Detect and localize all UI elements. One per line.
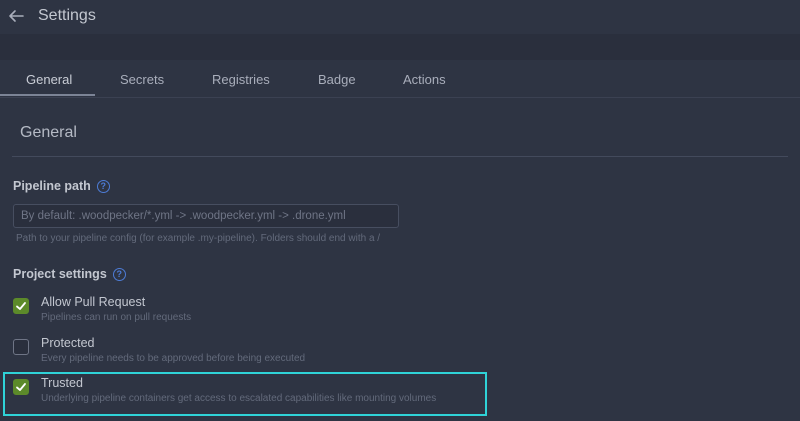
pipeline-path-help: Path to your pipeline config (for exampl… <box>16 233 381 244</box>
active-tab-indicator <box>0 94 95 96</box>
check-icon <box>16 383 26 391</box>
project-settings-label: Project settings <box>13 267 107 281</box>
allow-pull-request-checkbox[interactable] <box>13 298 29 314</box>
trusted-checkbox[interactable] <box>13 379 29 395</box>
panel-title: General <box>20 124 77 141</box>
back-button[interactable] <box>6 6 26 26</box>
settings-tabs: General Secrets Registries Badge Actions <box>0 60 800 98</box>
tab-general[interactable]: General <box>26 72 72 87</box>
panel-header: General <box>12 108 788 157</box>
general-panel: General Pipeline path ? Path to your pip… <box>0 98 800 421</box>
tab-actions[interactable]: Actions <box>403 72 446 87</box>
settings-page: Settings General Secrets Registries Badg… <box>0 0 800 421</box>
pipeline-path-input[interactable] <box>13 204 399 228</box>
option-label: Protected <box>41 336 95 350</box>
pipeline-path-label: Pipeline path <box>13 179 91 193</box>
check-icon <box>16 302 26 310</box>
option-description: Every pipeline needs to be approved befo… <box>41 353 306 364</box>
tab-secrets[interactable]: Secrets <box>120 72 164 87</box>
option-label: Trusted <box>41 376 83 390</box>
header-bar: Settings <box>0 0 800 34</box>
pipeline-path-heading: Pipeline path ? <box>13 179 110 193</box>
question-circle-icon[interactable]: ? <box>112 267 126 281</box>
option-description: Underlying pipeline containers get acces… <box>41 393 437 404</box>
project-settings-heading: Project settings ? <box>13 267 126 281</box>
tab-registries[interactable]: Registries <box>212 72 270 87</box>
page-title: Settings <box>38 7 96 24</box>
tab-badge[interactable]: Badge <box>318 72 356 87</box>
option-description: Pipelines can run on pull requests <box>41 312 192 323</box>
arrow-left-icon <box>9 10 24 22</box>
protected-checkbox[interactable] <box>13 339 29 355</box>
option-label: Allow Pull Request <box>41 295 146 309</box>
question-circle-icon[interactable]: ? <box>96 179 110 193</box>
